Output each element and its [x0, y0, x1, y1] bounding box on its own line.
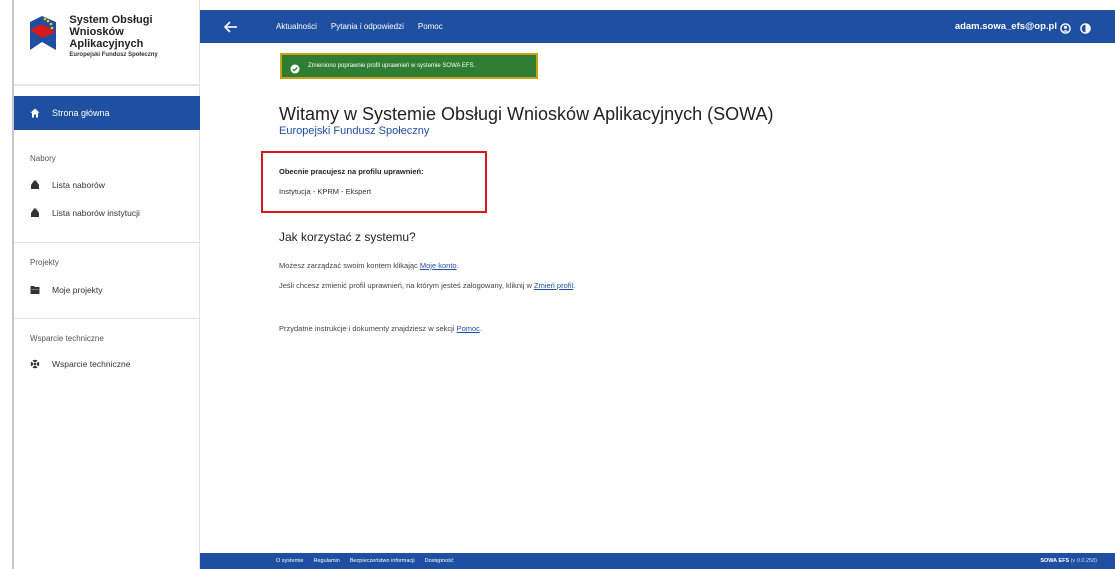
sidebar-section-wsparcie: Wsparcie techniczne: [30, 334, 104, 343]
paragraph-text: Przydatne instrukcje i dokumenty znajdzi…: [279, 324, 455, 333]
logo-title-line1: System Obsługi: [69, 14, 153, 26]
paragraph-text: .: [456, 261, 459, 270]
help-paragraph-account: Możesz zarządzać swoim kontem klikając M…: [279, 261, 459, 270]
sidebar-item-label: Moje projekty: [52, 285, 103, 295]
profile-label: Obecnie pracujesz na profilu uprawnień:: [279, 167, 424, 176]
help-link[interactable]: Pomoc: [457, 324, 480, 333]
folder-icon: [30, 285, 40, 295]
inbox-tray-icon: [30, 180, 40, 190]
sidebar-item-lista-naborow[interactable]: Lista naborów: [30, 178, 105, 192]
left-edge-strip: [0, 0, 14, 569]
top-nav-pytania[interactable]: Pytania i odpowiedzi: [331, 22, 404, 31]
sidebar-divider: [14, 318, 200, 319]
footer-link-regulamin[interactable]: Regulamin: [314, 558, 340, 564]
sidebar-item-lista-naborow-instytucji[interactable]: Lista naborów instytucji: [30, 206, 140, 220]
page-subtitle: Europejski Fundusz Społeczny: [279, 125, 430, 137]
user-account-icon[interactable]: [1060, 21, 1071, 34]
sidebar: System Obsługi Wniosków Aplikacyjnych Eu…: [14, 0, 200, 569]
paragraph-text: .: [573, 281, 576, 290]
sidebar-item-label: Strona główna: [52, 108, 110, 118]
change-profile-link[interactable]: Zmień profil: [534, 281, 573, 290]
sidebar-divider: [14, 84, 200, 86]
paragraph-text: Możesz zarządzać swoim kontem klikając: [279, 261, 418, 270]
footer-bar: O systemie Regulamin Bezpieczeństwo info…: [200, 553, 1115, 569]
version-number: (v 0.0.258): [1070, 558, 1097, 564]
section-heading-how-to: Jak korzystać z systemu?: [279, 230, 416, 244]
sidebar-item-label: Wsparcie techniczne: [52, 359, 131, 369]
sidebar-item-label: Lista naborów: [52, 180, 105, 190]
footer-link-dostepnosc[interactable]: Dostępność: [425, 558, 454, 564]
product-name: SOWA EFS: [1040, 558, 1070, 564]
page-title: Witamy w Systemie Obsługi Wniosków Aplik…: [279, 104, 774, 124]
footer-link-o-systemie[interactable]: O systemie: [276, 558, 304, 564]
sidebar-section-nabory: Nabory: [30, 154, 56, 163]
help-paragraph-help: Przydatne instrukcje i dokumenty znajdzi…: [279, 324, 482, 333]
eu-flag-logo-icon: [28, 12, 59, 56]
top-nav-links: Aktualności Pytania i odpowiedzi Pomoc: [276, 10, 457, 43]
paragraph-text: Jeśli chcesz zmienić profil uprawnień, n…: [279, 281, 532, 290]
footer-link-bezpieczenstwo[interactable]: Bezpieczeństwo informacji: [350, 558, 415, 564]
logo-title-line2: Wniosków Aplikacyjnych: [69, 26, 144, 50]
contrast-toggle-icon[interactable]: [1080, 21, 1091, 34]
paragraph-text: .: [479, 324, 483, 333]
my-account-link[interactable]: Moje konto: [420, 261, 457, 270]
footer-version: SOWA EFS (v 0.0.258): [1040, 553, 1097, 569]
top-nav-aktualnosci[interactable]: Aktualności: [276, 22, 317, 31]
home-icon: [30, 108, 40, 118]
profile-highlight-box: [261, 151, 487, 213]
user-email[interactable]: adam.sowa_efs@op.pl: [955, 10, 1057, 43]
help-paragraph-profile: Jeśli chcesz zmienić profil uprawnień, n…: [279, 281, 575, 290]
back-arrow-icon[interactable]: [223, 20, 238, 33]
top-nav-pomoc[interactable]: Pomoc: [418, 22, 443, 31]
sidebar-section-projekty: Projekty: [30, 258, 59, 267]
lifebuoy-icon: [30, 359, 40, 369]
footer-links: O systemie Regulamin Bezpieczeństwo info…: [276, 553, 464, 569]
top-navigation-bar: Aktualności Pytania i odpowiedzi Pomoc a…: [200, 10, 1115, 43]
app-logo[interactable]: System Obsługi Wniosków Aplikacyjnych Eu…: [20, 6, 198, 66]
success-notification: Zmieniono poprawnie profil uprawnień w s…: [280, 53, 538, 79]
sidebar-item-label: Lista naborów instytucji: [52, 208, 140, 218]
sidebar-item-home[interactable]: Strona główna: [14, 96, 200, 130]
logo-subtitle: Europejski Fundusz Społeczny: [69, 52, 158, 58]
notification-text: Zmieniono poprawnie profil uprawnień w s…: [308, 63, 476, 69]
sidebar-item-moje-projekty[interactable]: Moje projekty: [30, 283, 103, 297]
profile-value: Instytucja - KPRM - Ekspert: [279, 187, 372, 196]
sidebar-item-wsparcie-techniczne[interactable]: Wsparcie techniczne: [30, 357, 130, 371]
inbox-tray-icon: [30, 208, 40, 218]
check-circle-icon: [290, 61, 300, 74]
sidebar-divider: [14, 242, 200, 243]
